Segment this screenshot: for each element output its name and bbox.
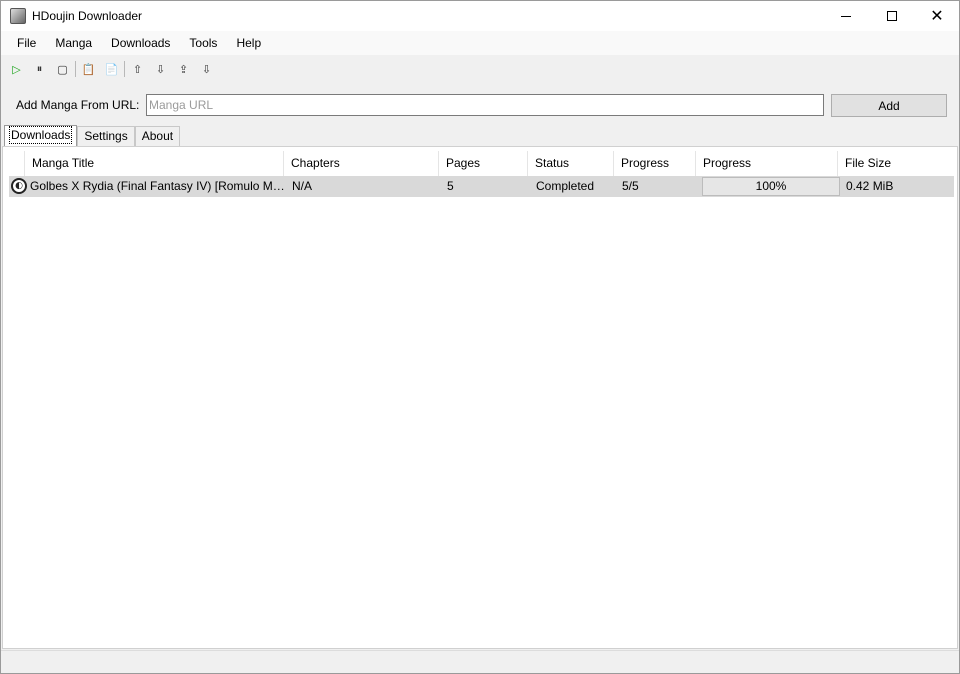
site-icon: ◐ (11, 178, 27, 194)
tab-settings[interactable]: Settings (77, 126, 135, 146)
tab-downloads[interactable]: Downloads (4, 125, 78, 146)
minimize-icon (841, 15, 851, 17)
menu-bar: File Manga Downloads Tools Help (1, 31, 959, 55)
cell-pages: 5 (447, 179, 454, 193)
close-icon: ✕ (930, 6, 944, 25)
status-bar (1, 650, 959, 673)
minimize-button[interactable] (823, 1, 869, 31)
move-up-button[interactable]: ⇧ (126, 58, 149, 80)
tab-strip: Downloads Settings About (4, 125, 181, 146)
cell-file-size: 0.42 MiB (846, 179, 894, 193)
window-title: HDoujin Downloader (32, 9, 143, 23)
tab-about[interactable]: About (134, 126, 181, 146)
cell-progress-bar: 100% (700, 176, 842, 197)
maximize-icon (887, 11, 897, 21)
app-logo-icon (10, 8, 26, 24)
table-header: Manga Title Chapters Pages Status Progre… (3, 151, 957, 176)
column-header-status[interactable]: Status (528, 151, 614, 176)
toolbar-separator (124, 61, 125, 77)
cell-status: Completed (536, 179, 595, 193)
start-download-button[interactable]: ▷ (5, 58, 28, 80)
clipboard-icon: 📋 (81, 62, 96, 76)
menu-help[interactable]: Help (228, 31, 269, 55)
app-window: HDoujin Downloader ✕ File Manga Download… (0, 0, 960, 674)
play-icon: ▷ (12, 62, 21, 76)
toolbar: ▷ ⏸ ▢ 📋 📄 ⇧ ⇩ ⇪ ⇩ (1, 57, 959, 81)
url-label: Add Manga From URL: (16, 98, 140, 112)
pause-icon: ⏸ (36, 62, 43, 75)
move-top-button[interactable]: ⇪ (172, 58, 195, 80)
toolbar-separator (75, 61, 76, 77)
close-button[interactable]: ✕ (914, 1, 960, 31)
title-bar: HDoujin Downloader ✕ (1, 1, 959, 31)
progress-percent: 100% (755, 179, 787, 193)
arrow-up-icon: ⇧ (132, 62, 143, 76)
column-header-icon[interactable] (3, 151, 25, 176)
menu-downloads[interactable]: Downloads (103, 31, 178, 55)
paste-url-button[interactable]: 📋 (77, 58, 100, 80)
downloads-panel: Manga Title Chapters Pages Status Progre… (2, 146, 958, 649)
column-header-file-size[interactable]: File Size (838, 151, 952, 176)
arrow-top-icon: ⇪ (178, 62, 189, 76)
progress-bar: 100% (702, 177, 840, 196)
document-icon: 📄 (104, 62, 119, 76)
move-bottom-button[interactable]: ⇩ (195, 58, 218, 80)
menu-manga[interactable]: Manga (47, 31, 100, 55)
stop-icon: ▢ (57, 62, 68, 76)
column-header-progress-text[interactable]: Progress (614, 151, 696, 176)
pause-download-button[interactable]: ⏸ (28, 58, 51, 80)
cell-progress-text: 5/5 (622, 179, 639, 193)
move-down-button[interactable]: ⇩ (149, 58, 172, 80)
menu-file[interactable]: File (9, 31, 44, 55)
column-header-chapters[interactable]: Chapters (284, 151, 439, 176)
arrow-down-icon: ⇩ (155, 62, 166, 76)
menu-tools[interactable]: Tools (181, 31, 225, 55)
column-header-progress-bar[interactable]: Progress (696, 151, 838, 176)
manga-url-input[interactable] (146, 94, 824, 116)
column-header-title[interactable]: Manga Title (25, 151, 284, 176)
table-row[interactable]: ◐ Golbes X Rydia (Final Fantasy IV) [Rom… (9, 176, 954, 197)
cell-title: Golbes X Rydia (Final Fantasy IV) [Romul… (30, 179, 288, 193)
maximize-button[interactable] (869, 1, 915, 31)
stop-download-button[interactable]: ▢ (51, 58, 74, 80)
column-header-pages[interactable]: Pages (439, 151, 528, 176)
cell-chapters: N/A (292, 179, 313, 193)
paste-all-button[interactable]: 📄 (100, 58, 123, 80)
arrow-bottom-icon: ⇩ (201, 62, 212, 76)
add-manga-button[interactable]: Add (831, 94, 947, 117)
